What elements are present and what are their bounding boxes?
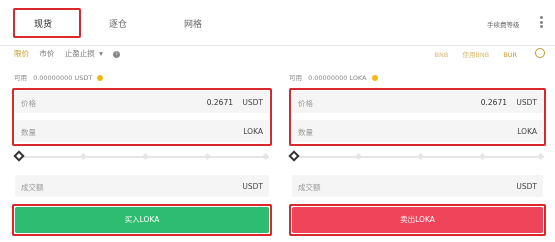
info-icon[interactable]: i xyxy=(113,50,121,58)
buy-amount-unit: LOKA xyxy=(243,127,263,136)
coin-icon xyxy=(97,75,104,81)
buy-amount-label: 数量 xyxy=(21,128,36,137)
buy-total-field[interactable]: 成交额 USDT xyxy=(15,175,269,197)
slider-tick[interactable] xyxy=(203,152,212,161)
buy-price-field[interactable]: 价格 0.2671 USDT xyxy=(15,91,269,113)
order-type-selector: 限价 市价 止盈止损 ▾ i xyxy=(14,48,128,64)
slider-knob[interactable] xyxy=(288,150,300,162)
slider-tick[interactable] xyxy=(416,152,425,161)
buy-button[interactable]: 买入LOKA xyxy=(15,207,269,233)
slider-tick[interactable] xyxy=(141,152,150,161)
sell-total-unit: USDT xyxy=(516,182,537,191)
slider-tick[interactable] xyxy=(354,152,363,161)
trade-mode-tabs: 现货 逐仓 网格 手续费等级 xyxy=(0,0,555,46)
buy-available-label: 可用 xyxy=(14,74,27,82)
sell-price-unit: USDT xyxy=(516,98,537,107)
pill-bnb[interactable]: BNB xyxy=(435,51,449,59)
sell-available: 可用 0.00000000 LOKA xyxy=(289,72,378,82)
buy-price-label: 价格 xyxy=(21,99,36,108)
coin-icon xyxy=(371,75,378,81)
dropdown-arrow-icon[interactable]: ▾ xyxy=(99,49,103,58)
buy-amount-field[interactable]: 数量 LOKA xyxy=(15,120,269,142)
pill-bur[interactable]: BUR xyxy=(503,51,517,59)
order-type-market[interactable]: 市价 xyxy=(39,49,54,58)
tab-margin[interactable]: 逐仓 xyxy=(109,17,127,30)
buy-available-value: 0.00000000 USDT xyxy=(33,74,93,82)
buy-price-value[interactable]: 0.2671 xyxy=(207,98,233,107)
buy-price-unit: USDT xyxy=(242,98,263,107)
buy-available: 可用 0.00000000 USDT xyxy=(14,72,104,82)
tab-spot[interactable]: 现货 xyxy=(34,17,52,30)
sell-total-field[interactable]: 成交额 USDT xyxy=(292,175,543,197)
buy-total-label: 成交额 xyxy=(21,183,44,192)
sell-available-value: 0.00000000 LOKA xyxy=(308,74,367,82)
sell-button[interactable]: 卖出LOKA xyxy=(292,207,543,233)
sell-percent-slider[interactable] xyxy=(288,150,545,163)
more-options-icon[interactable] xyxy=(540,16,543,28)
pill-use-bnb[interactable]: 使用BNB xyxy=(462,49,489,59)
buy-percent-slider[interactable] xyxy=(13,150,270,163)
slider-tick[interactable] xyxy=(536,152,545,161)
sell-price-field[interactable]: 价格 0.2671 USDT xyxy=(292,91,543,113)
buy-total-unit: USDT xyxy=(242,182,263,191)
sell-price-value[interactable]: 0.2671 xyxy=(481,98,507,107)
fee-pills: BNB 使用BNB BUR xyxy=(423,49,517,59)
slider-knob[interactable] xyxy=(13,150,25,162)
sell-amount-field[interactable]: 数量 LOKA xyxy=(292,120,543,142)
order-type-stop-limit[interactable]: 止盈止损 xyxy=(65,49,95,58)
sell-total-label: 成交额 xyxy=(298,183,321,192)
sell-amount-label: 数量 xyxy=(298,128,313,137)
slider-tick[interactable] xyxy=(261,152,270,161)
order-type-limit[interactable]: 限价 xyxy=(14,49,29,58)
sell-available-label: 可用 xyxy=(289,74,302,82)
fee-level-link[interactable]: 手续费等级 xyxy=(487,19,520,29)
slider-tick[interactable] xyxy=(79,152,88,161)
sell-price-label: 价格 xyxy=(298,99,313,108)
slider-tick[interactable] xyxy=(478,152,487,161)
tab-grid[interactable]: 网格 xyxy=(184,17,202,30)
sell-amount-unit: LOKA xyxy=(517,127,537,136)
settings-gear-icon[interactable] xyxy=(535,48,545,58)
